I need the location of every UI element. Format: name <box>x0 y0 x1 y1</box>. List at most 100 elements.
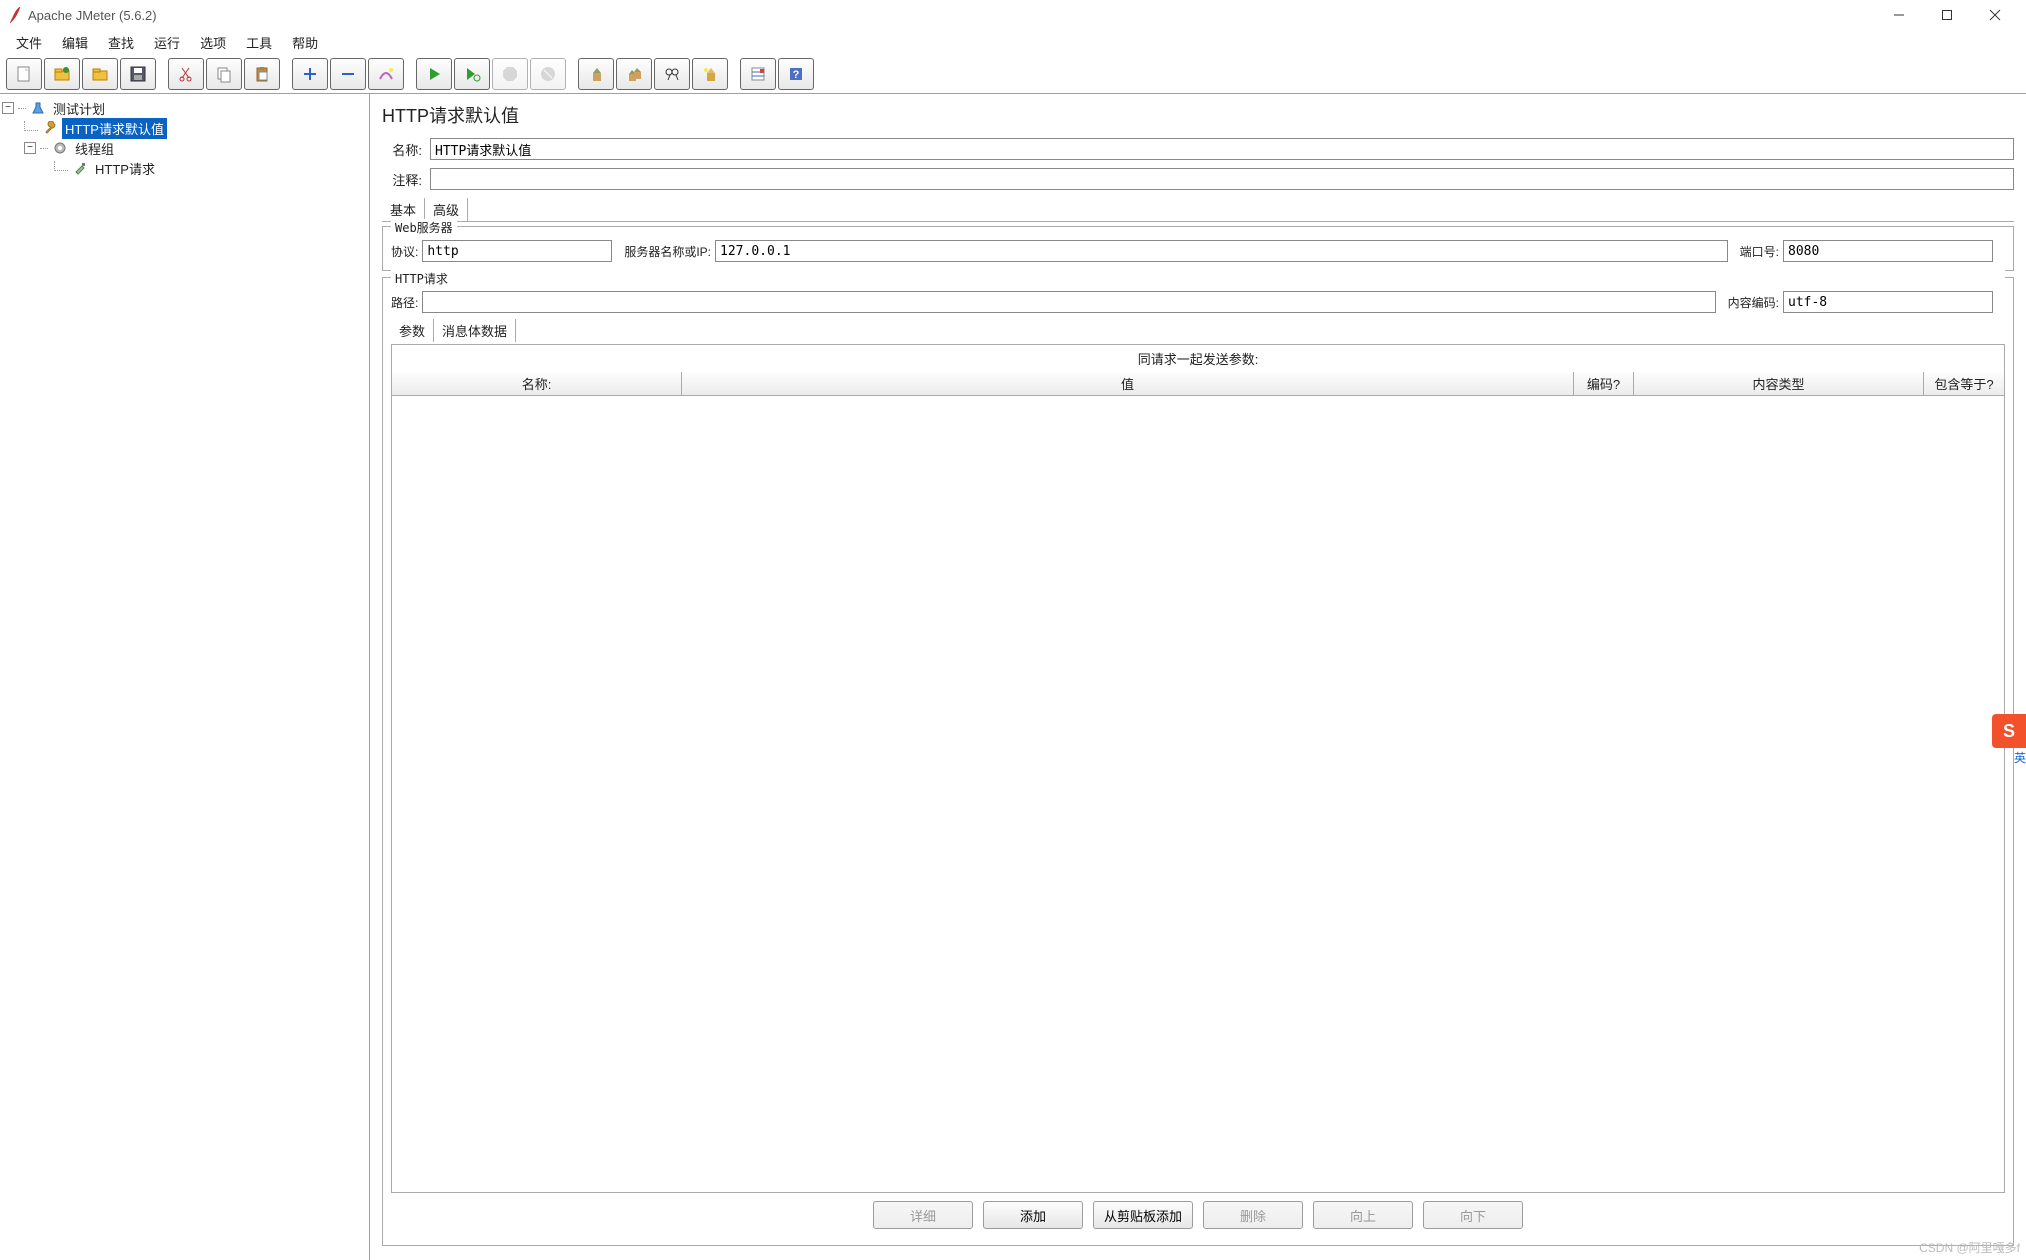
comment-label: 注释: <box>382 170 422 189</box>
col-include-eq[interactable]: 包含等于? <box>1924 372 2004 395</box>
tree-panel[interactable]: − 测试计划 HTTP请求默认值 − 线程组 HTTP请求 <box>0 94 370 1260</box>
maximize-button[interactable] <box>1924 1 1970 29</box>
gear-icon <box>52 140 68 156</box>
content-panel: HTTP请求默认值 名称: 注释: 基本 高级 Web服务器 协议: <box>370 94 2026 1260</box>
search-icon[interactable] <box>654 58 690 90</box>
window-controls <box>1876 1 2018 29</box>
server-input[interactable] <box>715 240 1728 262</box>
tree-label: HTTP请求默认值 <box>62 118 167 139</box>
menu-bar: 文件 编辑 查找 运行 选项 工具 帮助 <box>0 30 2026 54</box>
httprequest-fieldset: HTTP请求 路径: 内容编码: 参数 消息体数据 同请求 <box>382 277 2014 1246</box>
down-button[interactable]: 向下 <box>1423 1201 1523 1229</box>
ime-sub-label: 英 <box>2014 749 2026 766</box>
name-label: 名称: <box>382 140 422 159</box>
protocol-input[interactable] <box>422 240 612 262</box>
menu-search[interactable]: 查找 <box>98 31 144 54</box>
new-icon[interactable] <box>6 58 42 90</box>
title-bar: Apache JMeter (5.6.2) <box>0 0 2026 30</box>
tree-toggle-icon[interactable]: − <box>2 102 14 114</box>
param-body-tabs: 参数 消息体数据 <box>391 319 2005 342</box>
close-button[interactable] <box>1972 1 2018 29</box>
menu-help[interactable]: 帮助 <box>282 31 328 54</box>
clear-all-icon[interactable] <box>616 58 652 90</box>
webserver-fieldset: Web服务器 协议: 服务器名称或IP: 端口号: <box>382 226 2014 271</box>
protocol-label: 协议: <box>391 243 418 260</box>
port-label: 端口号: <box>1740 243 1779 260</box>
open-icon[interactable] <box>82 58 118 90</box>
tree-row-http-request[interactable]: HTTP请求 <box>2 158 367 178</box>
name-row: 名称: <box>382 138 2014 160</box>
detail-button[interactable]: 详细 <box>873 1201 973 1229</box>
col-content-type[interactable]: 内容类型 <box>1634 372 1924 395</box>
tab-params[interactable]: 参数 <box>391 319 434 342</box>
path-input[interactable] <box>422 291 1715 313</box>
menu-options[interactable]: 选项 <box>190 31 236 54</box>
basic-advanced-tabs: 基本 高级 <box>382 198 2014 222</box>
save-icon[interactable] <box>120 58 156 90</box>
server-label: 服务器名称或IP: <box>624 243 711 260</box>
window-title: Apache JMeter (5.6.2) <box>28 8 1876 23</box>
minimize-button[interactable] <box>1876 1 1922 29</box>
menu-edit[interactable]: 编辑 <box>52 31 98 54</box>
paste-icon[interactable] <box>244 58 280 90</box>
tab-body[interactable]: 消息体数据 <box>434 319 516 342</box>
port-input[interactable] <box>1783 240 1993 262</box>
ime-badge-icon[interactable]: S <box>1992 714 2026 748</box>
param-header-row: 名称: 值 编码? 内容类型 包含等于? <box>392 372 2004 396</box>
tree-label: 线程组 <box>72 138 117 159</box>
up-button[interactable]: 向上 <box>1313 1201 1413 1229</box>
expand-icon[interactable] <box>292 58 328 90</box>
tab-advanced[interactable]: 高级 <box>425 198 468 221</box>
delete-button[interactable]: 删除 <box>1203 1201 1303 1229</box>
jmeter-feather-icon <box>8 5 22 25</box>
menu-run[interactable]: 运行 <box>144 31 190 54</box>
toggle-icon[interactable] <box>368 58 404 90</box>
clear-icon[interactable] <box>578 58 614 90</box>
wrench-icon <box>42 120 58 136</box>
from-clipboard-button[interactable]: 从剪贴板添加 <box>1093 1201 1193 1229</box>
copy-icon[interactable] <box>206 58 242 90</box>
app-window: Apache JMeter (5.6.2) 文件 编辑 查找 运行 选项 工具 … <box>0 0 2026 1260</box>
add-button[interactable]: 添加 <box>983 1201 1083 1229</box>
col-value[interactable]: 值 <box>682 372 1574 395</box>
param-table-caption: 同请求一起发送参数: <box>392 345 2004 372</box>
menu-file[interactable]: 文件 <box>6 31 52 54</box>
toolbar: ? <box>0 54 2026 94</box>
comment-row: 注释: <box>382 168 2014 190</box>
path-label: 路径: <box>391 294 418 311</box>
encoding-input[interactable] <box>1783 291 1993 313</box>
help-icon[interactable]: ? <box>778 58 814 90</box>
svg-text:?: ? <box>793 69 800 81</box>
httprequest-legend: HTTP请求 <box>391 270 2005 287</box>
param-table-body[interactable] <box>392 396 2004 1192</box>
stop-icon[interactable] <box>492 58 528 90</box>
encoding-label: 内容编码: <box>1728 294 1779 311</box>
comment-input[interactable] <box>430 168 2014 190</box>
tree-row-http-defaults[interactable]: HTTP请求默认值 <box>2 118 367 138</box>
start-icon[interactable] <box>416 58 452 90</box>
col-name[interactable]: 名称: <box>392 372 682 395</box>
tree-row-threadgroup[interactable]: − 线程组 <box>2 138 367 158</box>
tree-label: 测试计划 <box>50 98 108 119</box>
name-input[interactable] <box>430 138 2014 160</box>
tree-row-testplan[interactable]: − 测试计划 <box>2 98 367 118</box>
start-no-timers-icon[interactable] <box>454 58 490 90</box>
flask-icon <box>30 100 46 116</box>
shutdown-icon[interactable] <box>530 58 566 90</box>
pipette-icon <box>72 160 88 176</box>
tree-toggle-icon[interactable]: − <box>24 142 36 154</box>
cut-icon[interactable] <box>168 58 204 90</box>
open-templates-icon[interactable] <box>44 58 80 90</box>
menu-tools[interactable]: 工具 <box>236 31 282 54</box>
col-encode[interactable]: 编码? <box>1574 372 1634 395</box>
panel-title: HTTP请求默认值 <box>382 102 2014 128</box>
collapse-icon[interactable] <box>330 58 366 90</box>
reset-search-icon[interactable] <box>692 58 728 90</box>
watermark: CSDN @阿里嘎多f <box>1919 1239 2020 1256</box>
param-buttons: 详细 添加 从剪贴板添加 删除 向上 向下 <box>391 1193 2005 1237</box>
tree-label: HTTP请求 <box>92 158 158 179</box>
webserver-legend: Web服务器 <box>391 219 457 236</box>
function-helper-icon[interactable] <box>740 58 776 90</box>
main-split: − 测试计划 HTTP请求默认值 − 线程组 HTTP请求 <box>0 94 2026 1260</box>
tab-basic[interactable]: 基本 <box>382 198 425 221</box>
